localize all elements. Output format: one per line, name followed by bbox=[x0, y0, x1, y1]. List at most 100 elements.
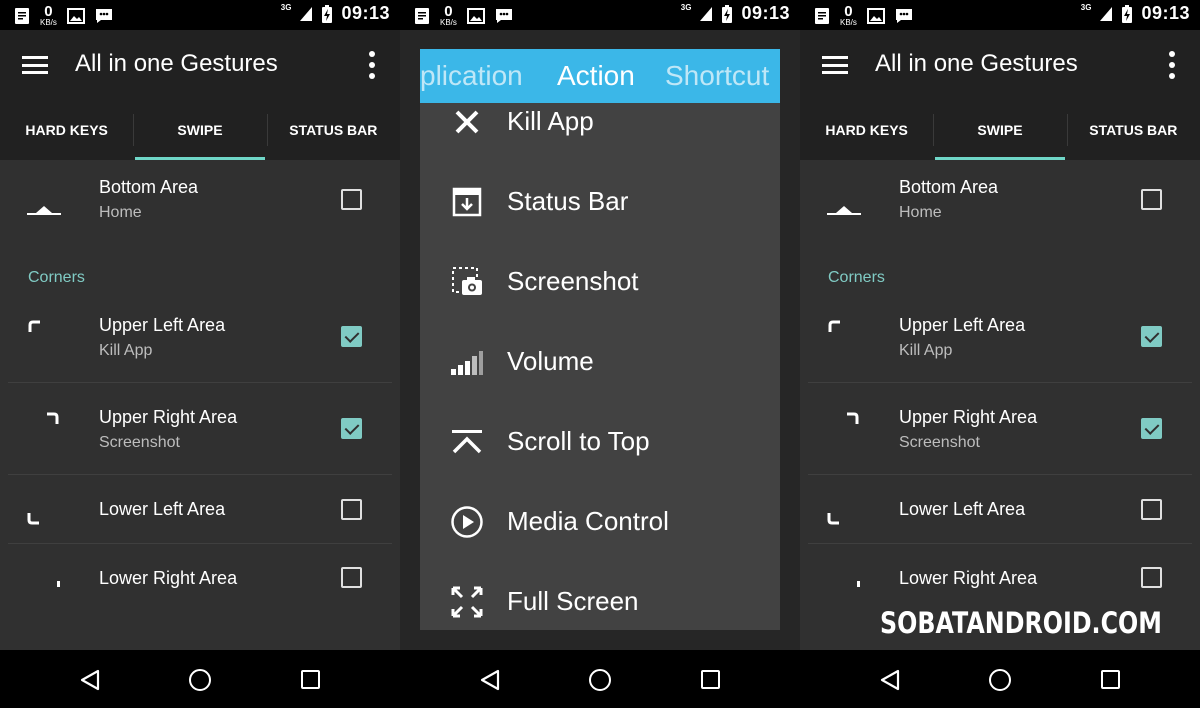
list-item-bottom-area[interactable]: Bottom Area Home bbox=[800, 160, 1200, 248]
network-type: 3G bbox=[280, 3, 292, 12]
tab-hard-keys[interactable]: HARD KEYS bbox=[0, 100, 133, 160]
dialog-item-media-control[interactable]: Media Control bbox=[420, 503, 780, 583]
play-icon bbox=[451, 506, 483, 538]
notification-icon bbox=[15, 7, 29, 24]
row-subtitle: Home bbox=[99, 204, 142, 221]
tab-status-bar[interactable]: STATUS BAR bbox=[1067, 100, 1200, 160]
app-bar: All in one Gestures bbox=[800, 30, 1200, 100]
status-bar: 0 KB/s 3G 09:13 bbox=[800, 0, 1200, 30]
list-item-upper-left[interactable]: Upper Left Area Kill App bbox=[0, 300, 400, 382]
row-title: Upper Right Area bbox=[899, 407, 1038, 427]
row-title: Lower Right Area bbox=[899, 568, 1038, 588]
bottom-area-checkbox[interactable] bbox=[1141, 189, 1162, 210]
dialog-tab-shortcut[interactable]: Shortcut bbox=[665, 60, 769, 92]
section-header-corners: Corners bbox=[28, 269, 85, 286]
clock: 09:13 bbox=[1141, 3, 1190, 23]
lower-right-checkbox[interactable] bbox=[341, 567, 362, 588]
nav-bar bbox=[800, 650, 1200, 708]
tab-swipe[interactable]: SWIPE bbox=[133, 100, 266, 160]
chat-icon bbox=[95, 8, 112, 23]
lower-left-checkbox[interactable] bbox=[1141, 499, 1162, 520]
back-icon[interactable] bbox=[479, 669, 501, 691]
upper-left-checkbox[interactable] bbox=[1141, 326, 1162, 347]
list-item-lower-left[interactable]: Lower Left Area bbox=[800, 475, 1200, 543]
home-icon[interactable] bbox=[189, 669, 211, 691]
dialog-item-screenshot[interactable]: Screenshot bbox=[420, 263, 780, 343]
lower-right-corner-icon bbox=[857, 581, 860, 587]
network-type: 3G bbox=[680, 3, 692, 12]
dialog-item-status-bar[interactable]: Status Bar bbox=[420, 183, 780, 263]
back-icon[interactable] bbox=[879, 669, 901, 691]
upper-left-checkbox[interactable] bbox=[341, 326, 362, 347]
back-icon[interactable] bbox=[79, 669, 101, 691]
signal-icon bbox=[700, 6, 713, 21]
upper-right-corner-icon bbox=[847, 412, 859, 424]
battery-charging-icon bbox=[1122, 4, 1133, 23]
overflow-menu-icon[interactable] bbox=[1168, 51, 1176, 79]
list-item-lower-right[interactable]: Lower Right Area bbox=[0, 544, 400, 624]
list-item-upper-right[interactable]: Upper Right Area Screenshot bbox=[800, 383, 1200, 475]
list-item-lower-left[interactable]: Lower Left Area bbox=[0, 475, 400, 543]
screenshot-icon bbox=[452, 267, 482, 295]
battery-charging-icon bbox=[322, 4, 333, 23]
upper-right-checkbox[interactable] bbox=[341, 418, 362, 439]
tab-swipe[interactable]: SWIPE bbox=[933, 100, 1066, 160]
chat-icon bbox=[895, 8, 912, 23]
network-speed: 0 KB/s bbox=[40, 3, 57, 27]
row-subtitle: Kill App bbox=[99, 342, 153, 359]
upper-right-corner-icon bbox=[47, 412, 59, 424]
scroll-top-icon bbox=[452, 430, 482, 454]
screen-right: 0 KB/s 3G 09:13 All in one Gestures HARD … bbox=[800, 0, 1200, 708]
lower-right-corner-icon bbox=[57, 581, 60, 587]
recents-icon[interactable] bbox=[301, 670, 320, 689]
lower-left-corner-icon bbox=[27, 513, 39, 525]
recents-icon[interactable] bbox=[1101, 670, 1120, 689]
menu-icon[interactable] bbox=[822, 56, 848, 74]
dialog-item-volume[interactable]: Volume bbox=[420, 343, 780, 423]
tab-bar: HARD KEYS SWIPE STATUS BAR bbox=[0, 100, 400, 160]
row-title: Lower Left Area bbox=[899, 499, 1026, 519]
dialog-item-scroll-to-top[interactable]: Scroll to Top bbox=[420, 423, 780, 503]
row-subtitle: Kill App bbox=[899, 342, 953, 359]
menu-icon[interactable] bbox=[22, 56, 48, 74]
row-title: Upper Right Area bbox=[99, 407, 238, 427]
overflow-menu-icon[interactable] bbox=[368, 51, 376, 79]
list-item-upper-left[interactable]: Upper Left Area Kill App bbox=[800, 300, 1200, 382]
home-icon[interactable] bbox=[989, 669, 1011, 691]
section-header-corners: Corners bbox=[828, 269, 885, 286]
screen-middle: 0 KB/s 3G 09:13 plication Action Shortcut… bbox=[400, 0, 800, 708]
image-icon bbox=[866, 7, 885, 24]
status-bar: 0 KB/s 3G 09:13 bbox=[400, 0, 800, 30]
app-title: All in one Gestures bbox=[875, 50, 1078, 77]
row-title: Lower Right Area bbox=[99, 568, 238, 588]
tab-hard-keys[interactable]: HARD KEYS bbox=[800, 100, 933, 160]
home-icon[interactable] bbox=[589, 669, 611, 691]
upper-right-checkbox[interactable] bbox=[1141, 418, 1162, 439]
dialog-tab-application[interactable]: plication bbox=[420, 60, 523, 92]
list-item-upper-right[interactable]: Upper Right Area Screenshot bbox=[0, 383, 400, 475]
action-picker-dialog: plication Action Shortcut Kill App Statu… bbox=[420, 49, 780, 630]
upper-left-corner-icon bbox=[828, 320, 840, 332]
screen-left: 0 KB/s 3G 09:13 All in one Gestures HARD … bbox=[0, 0, 400, 708]
bottom-area-icon bbox=[27, 206, 61, 215]
chat-icon bbox=[495, 8, 512, 23]
tab-status-bar[interactable]: STATUS BAR bbox=[267, 100, 400, 160]
gesture-list: Bottom Area Home Corners Upper Left Area… bbox=[0, 160, 400, 650]
signal-icon bbox=[300, 6, 313, 21]
clock: 09:13 bbox=[341, 3, 390, 23]
lower-right-checkbox[interactable] bbox=[1141, 567, 1162, 588]
dialog-item-kill-app[interactable]: Kill App bbox=[420, 103, 780, 183]
notification-icon bbox=[415, 7, 429, 24]
close-icon bbox=[455, 110, 479, 134]
volume-icon bbox=[451, 351, 483, 375]
bottom-area-icon bbox=[827, 206, 861, 215]
lower-left-checkbox[interactable] bbox=[341, 499, 362, 520]
list-item-bottom-area[interactable]: Bottom Area Home bbox=[0, 160, 400, 248]
dialog-item-full-screen[interactable]: Full Screen bbox=[420, 583, 780, 630]
dialog-tab-action[interactable]: Action bbox=[557, 60, 635, 92]
tab-bar: HARD KEYS SWIPE STATUS BAR bbox=[800, 100, 1200, 160]
network-speed: 0 KB/s bbox=[440, 3, 457, 27]
bottom-area-checkbox[interactable] bbox=[341, 189, 362, 210]
lower-left-corner-icon bbox=[827, 513, 839, 525]
recents-icon[interactable] bbox=[701, 670, 720, 689]
